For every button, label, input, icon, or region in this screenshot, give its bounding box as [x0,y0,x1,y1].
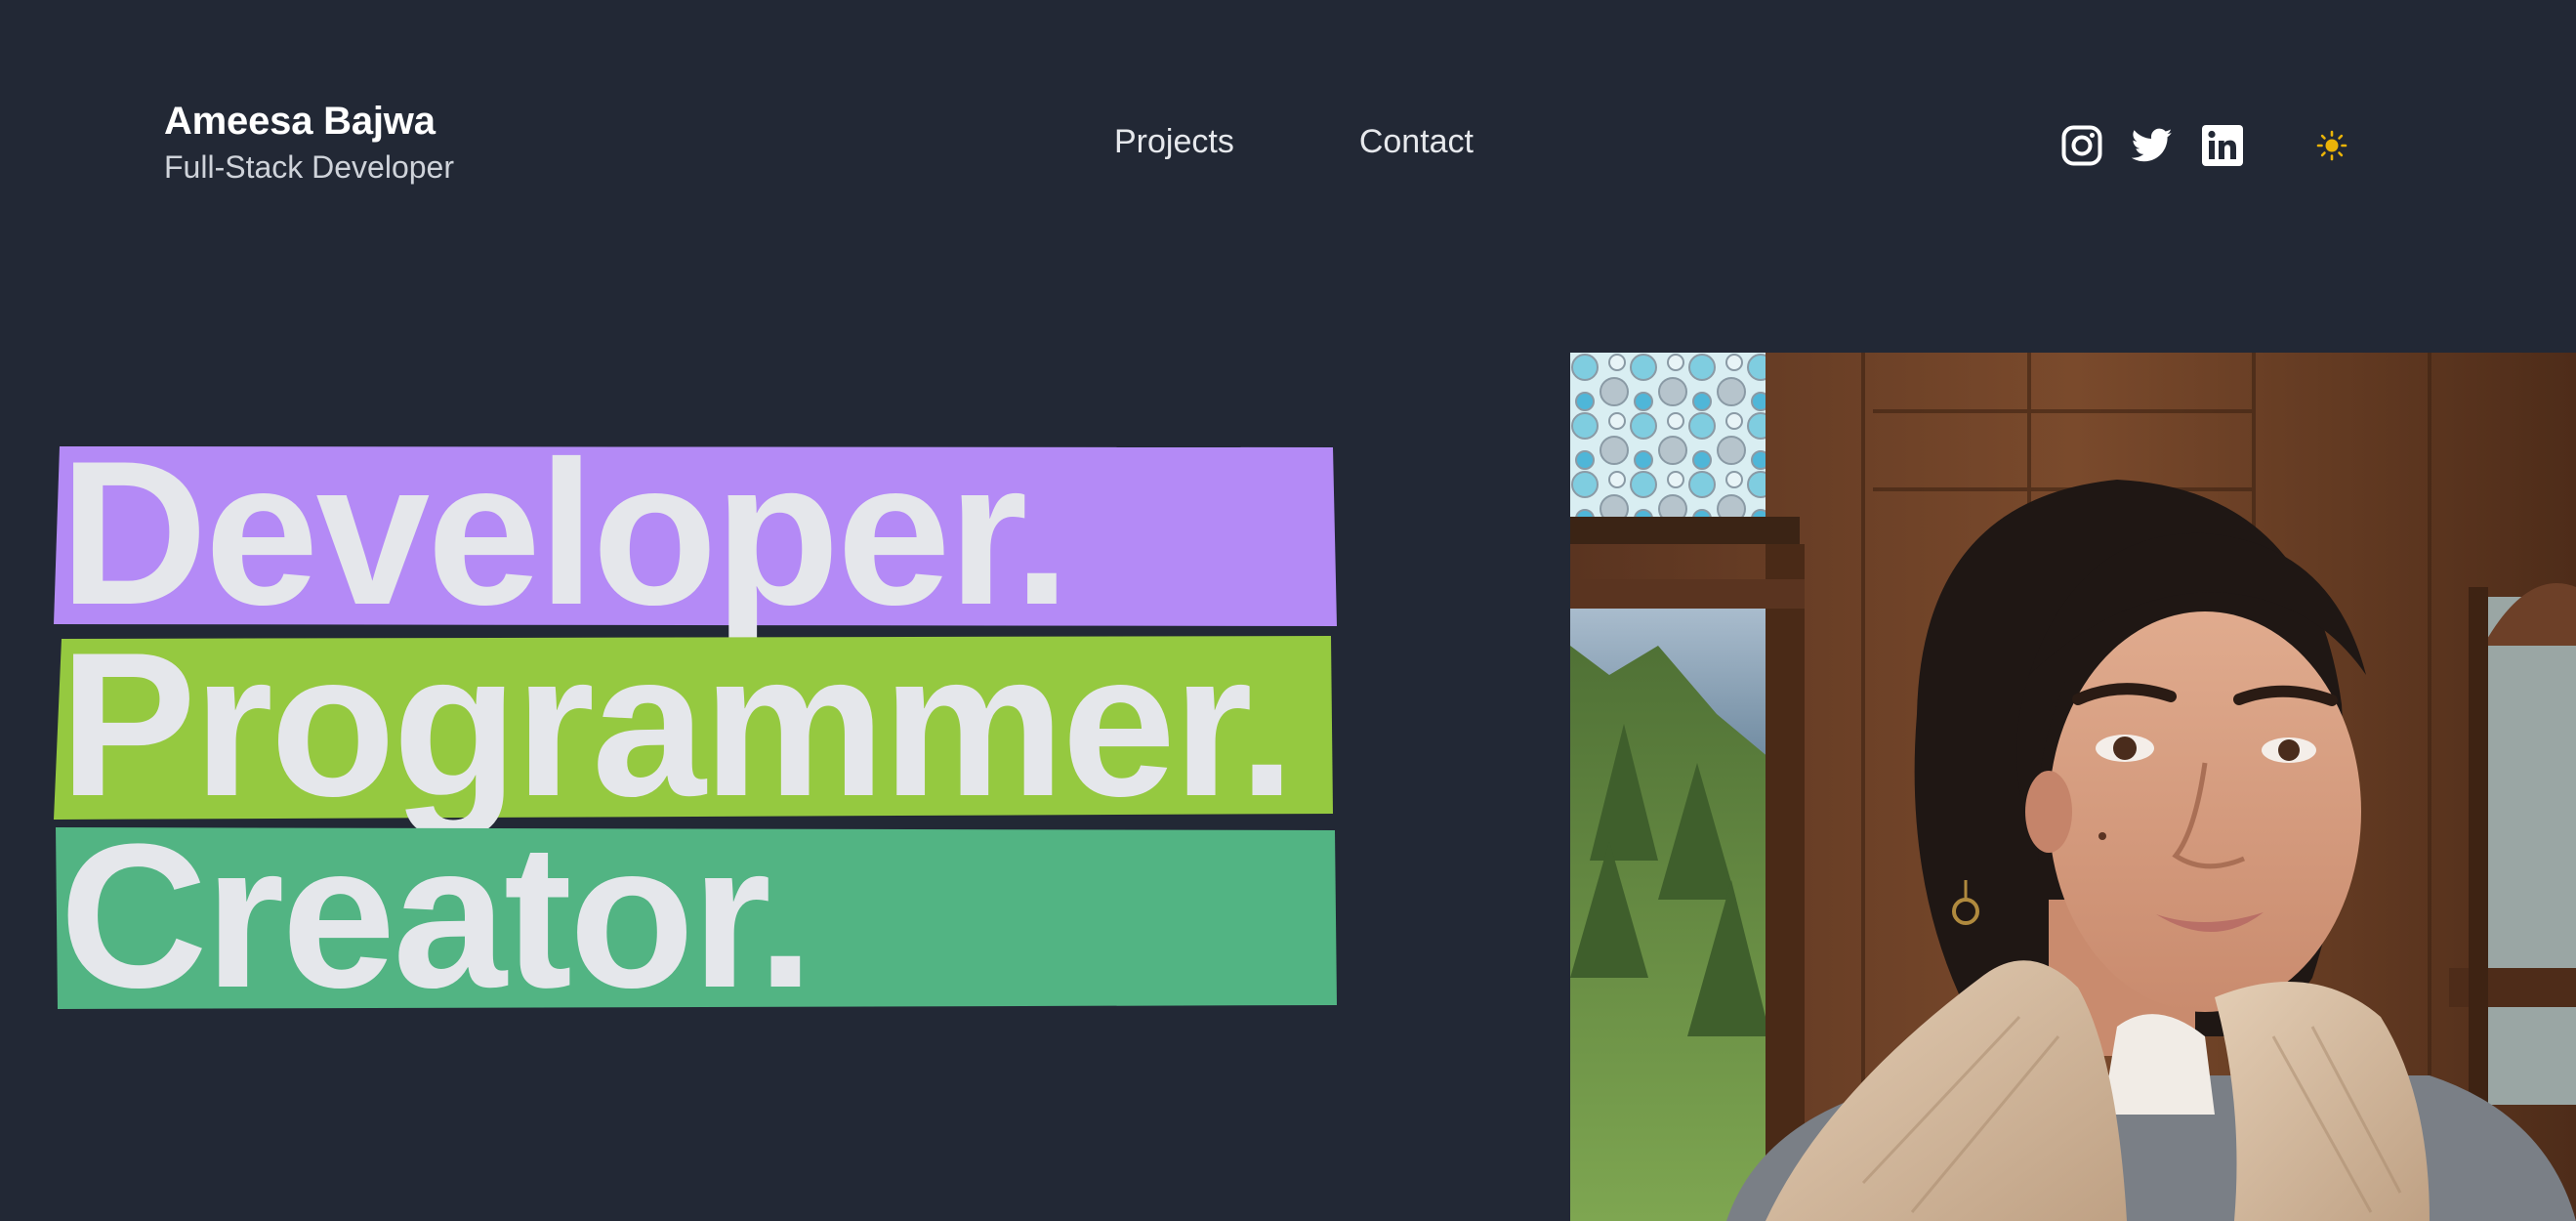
profile-photo [1570,353,2576,1221]
twitter-icon[interactable] [2131,124,2174,167]
brand-role: Full-Stack Developer [164,149,454,185]
sun-icon [2316,130,2347,161]
page: Ameesa Bajwa Full-Stack Developer Projec… [0,0,2576,1221]
hero-headline: Developer. Programmer. Creator. [54,431,1339,1019]
brand[interactable]: Ameesa Bajwa Full-Stack Developer [164,98,454,186]
instagram-icon[interactable] [2060,124,2103,167]
theme-toggle-button[interactable] [2310,124,2353,167]
social-links [2060,124,2353,167]
hero-word-text: Creator. [60,801,814,1031]
linkedin-icon[interactable] [2201,124,2244,167]
hero-word-programmer: Programmer. [54,622,1339,827]
nav-contact-link[interactable]: Contact [1359,123,1474,161]
hero-word-text: Developer. [60,418,1070,648]
brand-name[interactable]: Ameesa Bajwa [164,98,454,145]
nav-projects-link[interactable]: Projects [1114,123,1234,161]
hero-word-developer: Developer. [54,431,1339,636]
hero-word-text: Programmer. [60,610,1296,839]
main-nav: Projects Contact [1114,123,1474,161]
hero-word-creator: Creator. [54,814,1339,1019]
